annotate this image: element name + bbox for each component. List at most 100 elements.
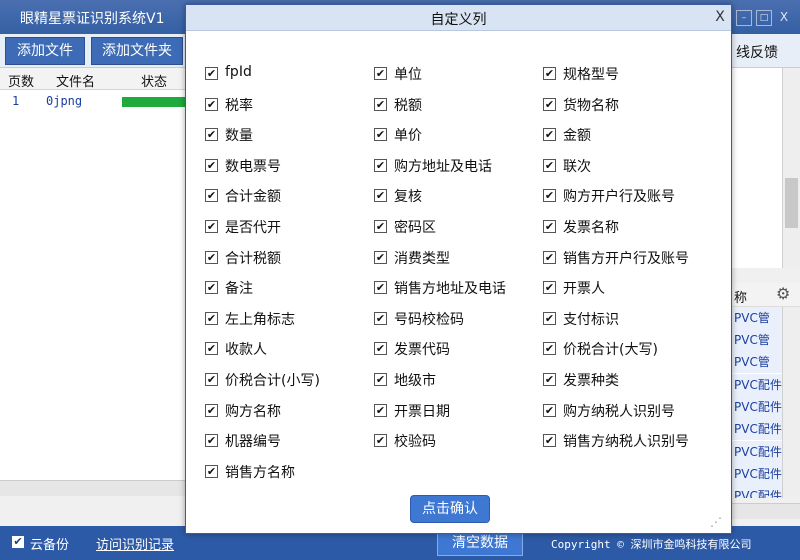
- checkbox[interactable]: ✔: [543, 342, 556, 355]
- checkbox-label[interactable]: 发票种类: [563, 370, 619, 390]
- checkbox[interactable]: ✔: [374, 373, 387, 386]
- checkbox-label[interactable]: 单位: [394, 64, 422, 84]
- checkbox-label[interactable]: 价税合计(大写): [563, 339, 658, 359]
- checkbox-label[interactable]: 复核: [394, 186, 422, 206]
- checkbox[interactable]: ✔: [205, 281, 218, 294]
- add-file-button[interactable]: 添加文件: [5, 37, 85, 65]
- checkbox-label[interactable]: 消费类型: [394, 248, 450, 268]
- col-page[interactable]: 页数: [8, 71, 34, 90]
- minimize-button[interactable]: –: [736, 10, 752, 26]
- list-item[interactable]: PVC配件: [732, 441, 788, 463]
- checkbox[interactable]: ✔: [543, 312, 556, 325]
- checkbox-label[interactable]: 开票人: [563, 278, 605, 298]
- checkbox[interactable]: ✔: [543, 281, 556, 294]
- checkbox-label[interactable]: fpId: [225, 64, 252, 80]
- checkbox[interactable]: ✔: [543, 159, 556, 172]
- list-item[interactable]: PVC配件: [732, 396, 788, 418]
- checkbox[interactable]: ✔: [374, 159, 387, 172]
- checkbox-label[interactable]: 密码区: [394, 217, 436, 237]
- horizontal-scrollbar[interactable]: [0, 480, 186, 496]
- checkbox-label[interactable]: 号码校检码: [394, 309, 464, 329]
- checkbox[interactable]: ✔: [205, 98, 218, 111]
- checkbox-label[interactable]: 购方名称: [225, 401, 281, 421]
- checkbox[interactable]: ✔: [543, 251, 556, 264]
- checkbox[interactable]: ✔: [205, 373, 218, 386]
- col-filename[interactable]: 文件名: [56, 71, 95, 90]
- checkbox[interactable]: ✔: [374, 98, 387, 111]
- vertical-scrollbar[interactable]: [782, 307, 800, 498]
- checkbox-label[interactable]: 收款人: [225, 339, 267, 359]
- cloud-backup-label[interactable]: 云备份: [30, 534, 69, 553]
- checkbox-label[interactable]: 机器编号: [225, 431, 281, 451]
- checkbox-label[interactable]: 金额: [563, 125, 591, 145]
- checkbox-label[interactable]: 销售方名称: [225, 462, 295, 482]
- list-item[interactable]: PVC管: [732, 307, 788, 329]
- checkbox[interactable]: ✔: [205, 312, 218, 325]
- vertical-scrollbar[interactable]: [782, 68, 800, 268]
- list-item[interactable]: PVC配件: [732, 418, 788, 440]
- maximize-button[interactable]: □: [756, 10, 772, 26]
- checkbox-label[interactable]: 购方开户行及账号: [563, 186, 675, 206]
- confirm-button[interactable]: 点击确认: [410, 495, 490, 523]
- checkbox-label[interactable]: 校验码: [394, 431, 436, 451]
- checkbox-label[interactable]: 开票日期: [394, 401, 450, 421]
- checkbox-label[interactable]: 单价: [394, 125, 422, 145]
- dialog-close-button[interactable]: X: [712, 8, 728, 26]
- checkbox-label[interactable]: 联次: [563, 156, 591, 176]
- list-item[interactable]: PVC配件: [732, 463, 788, 485]
- checkbox[interactable]: ✔: [374, 251, 387, 264]
- checkbox-label[interactable]: 销售方地址及电话: [394, 278, 506, 298]
- checkbox-label[interactable]: 支付标识: [563, 309, 619, 329]
- checkbox[interactable]: ✔: [374, 67, 387, 80]
- checkbox[interactable]: ✔: [205, 128, 218, 141]
- history-link[interactable]: 访问识别记录: [96, 534, 174, 553]
- checkbox[interactable]: ✔: [543, 98, 556, 111]
- checkbox[interactable]: ✔: [374, 220, 387, 233]
- checkbox-label[interactable]: 货物名称: [563, 95, 619, 115]
- checkbox-label[interactable]: 左上角标志: [225, 309, 295, 329]
- list-item[interactable]: PVC管: [732, 351, 788, 373]
- col-name[interactable]: 称: [734, 287, 747, 306]
- list-item[interactable]: PVC配件: [732, 485, 788, 498]
- checkbox[interactable]: ✔: [205, 159, 218, 172]
- horizontal-scrollbar[interactable]: [732, 503, 800, 519]
- checkbox-label[interactable]: 合计税额: [225, 248, 281, 268]
- checkbox[interactable]: ✔: [205, 67, 218, 80]
- list-item[interactable]: PVC配件: [732, 374, 788, 396]
- scroll-thumb[interactable]: [785, 178, 798, 228]
- checkbox-label[interactable]: 地级市: [394, 370, 436, 390]
- table-row[interactable]: 1 0jpng: [0, 92, 186, 112]
- checkbox[interactable]: ✔: [543, 189, 556, 202]
- checkbox[interactable]: ✔: [374, 342, 387, 355]
- checkbox[interactable]: ✔: [374, 189, 387, 202]
- list-item[interactable]: PVC管: [732, 329, 788, 351]
- checkbox-label[interactable]: 发票名称: [563, 217, 619, 237]
- checkbox[interactable]: ✔: [543, 220, 556, 233]
- checkbox-label[interactable]: 规格型号: [563, 64, 619, 84]
- checkbox[interactable]: ✔: [543, 434, 556, 447]
- resize-grip-icon[interactable]: ⋰: [710, 515, 726, 531]
- checkbox-label[interactable]: 备注: [225, 278, 253, 298]
- checkbox-label[interactable]: 发票代码: [394, 339, 450, 359]
- checkbox-label[interactable]: 是否代开: [225, 217, 281, 237]
- checkbox[interactable]: ✔: [374, 128, 387, 141]
- dialog-titlebar[interactable]: 自定义列 X: [186, 5, 731, 31]
- add-folder-button[interactable]: 添加文件夹: [91, 37, 183, 65]
- checkbox[interactable]: ✔: [374, 281, 387, 294]
- checkbox-label[interactable]: 购方地址及电话: [394, 156, 492, 176]
- checkbox[interactable]: ✔: [205, 220, 218, 233]
- checkbox[interactable]: ✔: [205, 342, 218, 355]
- checkbox[interactable]: ✔: [543, 128, 556, 141]
- app-close-button[interactable]: X: [776, 10, 792, 26]
- feedback-link[interactable]: 线反馈: [736, 42, 778, 62]
- checkbox[interactable]: ✔: [205, 434, 218, 447]
- checkbox[interactable]: ✔: [374, 434, 387, 447]
- checkbox[interactable]: ✔: [543, 404, 556, 417]
- col-status[interactable]: 状态: [141, 71, 167, 90]
- gear-icon[interactable]: ⚙: [776, 285, 794, 303]
- checkbox[interactable]: ✔: [205, 251, 218, 264]
- checkbox-label[interactable]: 价税合计(小写): [225, 370, 320, 390]
- checkbox[interactable]: ✔: [543, 373, 556, 386]
- checkbox[interactable]: ✔: [205, 189, 218, 202]
- checkbox-label[interactable]: 税额: [394, 95, 422, 115]
